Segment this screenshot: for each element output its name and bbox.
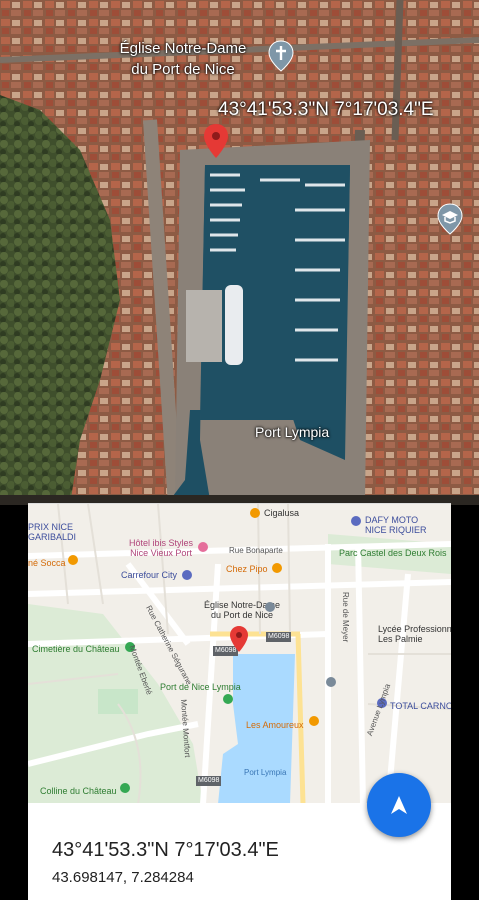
map-label-socca[interactable]: né Socca — [28, 558, 66, 568]
navigation-button[interactable] — [367, 773, 431, 837]
map-label-port-nice-lympia[interactable]: Port de Nice Lympia — [160, 682, 241, 692]
street-label-rue-bonaparte: Rue Bonaparte — [229, 546, 283, 555]
map-label-carrefour[interactable]: Carrefour City — [121, 570, 177, 580]
dafy-line2: NICE RIQUIER — [365, 525, 427, 535]
port-label: Port Lympia — [255, 424, 330, 440]
hotel-ibis-line2: Nice Vieux Port — [130, 548, 192, 558]
map-label-total[interactable]: TOTAL CARNO — [390, 701, 451, 711]
street-label-rue-de-meyer: Rue de Meyer — [341, 592, 350, 643]
restaurant-icon — [272, 563, 282, 573]
map-label-colline[interactable]: Colline du Château — [40, 786, 117, 796]
map-label-chez-pipo[interactable]: Chez Pipo — [226, 564, 268, 574]
map-label-parc-castel[interactable]: Parc Castel des Deux Rois — [339, 548, 447, 558]
road-badge-m6098: M6098 — [196, 776, 222, 786]
map-label-garibaldi-text: GARIBALDI — [28, 532, 77, 542]
church-label-line1: Église Notre-Dame — [119, 40, 247, 57]
map-label-port-lympia: Port Lympia — [244, 768, 287, 777]
map-label-cimetiere[interactable]: Cimetière du Château — [32, 644, 120, 654]
coordinates-overlay: 43°41'53.3"N 7°17'03.4"E — [218, 99, 434, 120]
satellite-view[interactable]: Église Notre-Dame du Port de Nice 43°41'… — [0, 0, 479, 505]
map-view[interactable]: PRIX NICE GARIBALDI Hôtel ibis Styles Ni… — [28, 503, 451, 804]
church-label-line2: du Port de Nice — [131, 61, 235, 78]
church-icon[interactable] — [268, 40, 294, 72]
map-label-prix-nice[interactable]: PRIX NICE GARIBALDI — [28, 522, 76, 542]
school-icon — [326, 677, 336, 687]
map-label-dafy-moto[interactable]: DAFY MOTO NICE RIQUIER — [365, 515, 427, 535]
road-badge-m6098: M6098 — [266, 632, 292, 642]
coordinates-title: 43°41'53.3"N 7°17'03.4"E — [52, 839, 279, 861]
hotel-ibis-line1: Hôtel ibis Styles — [129, 538, 194, 548]
restaurant-icon — [309, 716, 319, 726]
map-label-les-amoureux[interactable]: Les Amoureux — [246, 720, 304, 730]
lycee-line1: Lycée Professionn — [378, 624, 451, 634]
dafy-line1: DAFY MOTO — [365, 515, 419, 525]
coordinates-decimal: 43.698147, 7.284284 — [52, 869, 194, 886]
park-icon — [223, 694, 233, 704]
park-icon — [120, 783, 130, 793]
hotel-icon[interactable] — [198, 542, 208, 552]
location-pin-icon[interactable] — [203, 123, 229, 159]
church-label[interactable]: Église Notre-Dame du Port de Nice — [95, 38, 271, 80]
map-label-cigalusa[interactable]: Cigalusa — [264, 508, 299, 518]
map-label-hotel-ibis[interactable]: Hôtel ibis Styles Nice Vieux Port — [129, 538, 193, 558]
navigation-arrow-icon — [391, 796, 407, 814]
map-label-prix-nice-text: PRIX NICE — [28, 522, 74, 532]
restaurant-icon — [68, 555, 78, 565]
shopping-icon — [182, 570, 192, 580]
church-icon — [265, 602, 275, 612]
restaurant-icon — [250, 508, 260, 518]
school-icon[interactable] — [437, 203, 463, 235]
shop-icon — [351, 516, 361, 526]
map-label-lycee[interactable]: Lycée Professionn Les Palmie — [378, 624, 451, 644]
lycee-line2: Les Palmie — [378, 634, 423, 644]
location-pin-icon[interactable] — [229, 625, 249, 653]
